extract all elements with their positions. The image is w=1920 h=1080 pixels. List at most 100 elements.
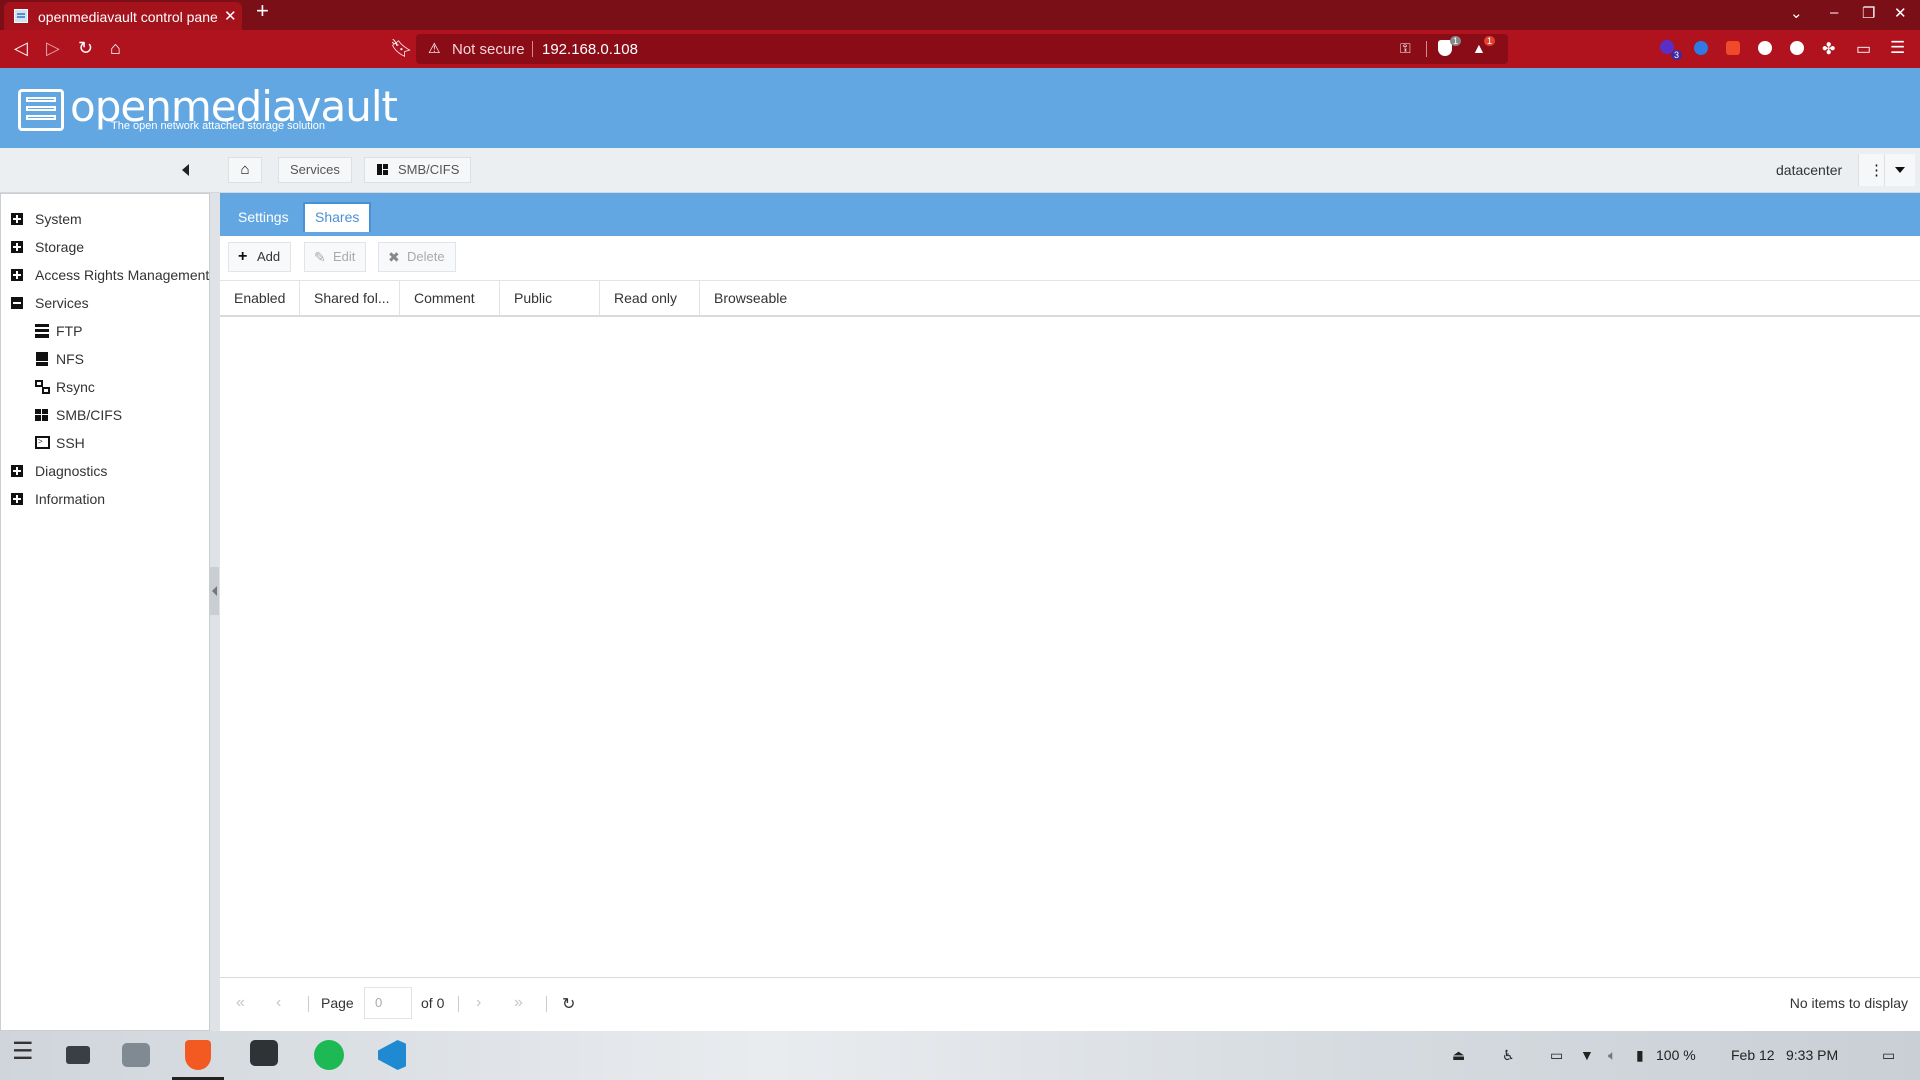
breadcrumb-smb[interactable]: SMB/CIFS bbox=[364, 157, 472, 183]
kebab-menu-button[interactable]: ⋮ bbox=[1858, 154, 1885, 186]
edit-label: Edit bbox=[333, 249, 356, 264]
tab-settings[interactable]: Settings bbox=[228, 202, 299, 232]
new-tab-icon[interactable]: + bbox=[256, 0, 269, 24]
close-tab-icon[interactable]: ✕ bbox=[224, 7, 237, 25]
brave-browser-icon[interactable] bbox=[185, 1040, 211, 1070]
display-icon[interactable]: ▭ bbox=[1550, 1047, 1563, 1064]
tree-label: SSH bbox=[56, 435, 85, 451]
forward-icon[interactable]: ▷ bbox=[46, 38, 60, 59]
next-page-icon[interactable]: › bbox=[476, 994, 481, 1012]
tree-item-system[interactable]: System bbox=[1, 208, 209, 230]
volume-icon[interactable]: 🔈︎ bbox=[1608, 1047, 1616, 1064]
accessibility-icon[interactable]: ♿︎ bbox=[1502, 1047, 1515, 1064]
column-header[interactable]: Enabled bbox=[220, 281, 300, 315]
terminal-icon: > bbox=[35, 436, 50, 449]
windows-icon bbox=[35, 409, 48, 421]
tree-item-services[interactable]: Services bbox=[1, 292, 209, 314]
expand-plus-icon[interactable] bbox=[11, 213, 23, 225]
workspaces-icon[interactable] bbox=[66, 1046, 90, 1064]
tree-item-smb[interactable]: SMB/CIFS bbox=[1, 404, 209, 426]
back-icon[interactable]: ◁ bbox=[14, 38, 28, 59]
expand-plus-icon[interactable] bbox=[11, 465, 23, 477]
column-header[interactable]: Browseable bbox=[700, 281, 1920, 315]
tree-item-information[interactable]: Information bbox=[1, 488, 209, 510]
edit-button[interactable]: ✎ Edit bbox=[304, 242, 367, 272]
extension-badge: 3 bbox=[1671, 50, 1683, 60]
tree-item-diagnostics[interactable]: Diagnostics bbox=[1, 460, 209, 482]
previous-page-icon[interactable]: ‹ bbox=[276, 994, 281, 1012]
notifications-icon[interactable]: ▭ bbox=[1882, 1047, 1895, 1064]
tab-list-chevron-icon[interactable]: ⌄ bbox=[1790, 4, 1803, 22]
delete-button[interactable]: ✖ Delete bbox=[378, 242, 456, 272]
date-label[interactable]: Feb 12 bbox=[1731, 1047, 1775, 1063]
vscode-icon[interactable] bbox=[378, 1040, 406, 1070]
extension-check-icon[interactable] bbox=[1694, 41, 1708, 55]
time-label[interactable]: 9:33 PM bbox=[1786, 1047, 1838, 1063]
tab-settings-label: Settings bbox=[238, 209, 289, 225]
collapse-minus-icon[interactable] bbox=[11, 297, 23, 309]
expand-plus-icon[interactable] bbox=[11, 269, 23, 281]
tree-label: Access Rights Management bbox=[35, 267, 210, 283]
grid-body bbox=[220, 317, 1920, 978]
extension-s-icon[interactable] bbox=[1790, 41, 1804, 55]
tree-item-nfs[interactable]: NFS bbox=[1, 348, 209, 370]
user-dropdown-button[interactable] bbox=[1884, 154, 1915, 186]
breadcrumb-services[interactable]: Services bbox=[278, 157, 352, 183]
wifi-icon[interactable]: ▼ bbox=[1580, 1047, 1594, 1063]
zorin-menu-icon[interactable]: ☰ bbox=[12, 1037, 34, 1067]
battery-icon[interactable]: ▮ bbox=[1636, 1047, 1644, 1064]
tree-item-rsync[interactable]: Rsync bbox=[1, 376, 209, 398]
expand-plus-icon[interactable] bbox=[11, 493, 23, 505]
browser-toolbar: ◁ ▷ ↻ ⌂ 🔖︎ ⚠ Not secure 192.168.0.108 ⚿ … bbox=[0, 30, 1920, 68]
add-button[interactable]: + Add bbox=[228, 242, 292, 272]
pager-separator bbox=[308, 996, 309, 1012]
close-window-icon[interactable]: ✕ bbox=[1894, 4, 1907, 22]
minimize-icon[interactable]: – bbox=[1830, 4, 1838, 21]
tab-shares[interactable]: Shares bbox=[303, 202, 372, 232]
files-icon[interactable] bbox=[122, 1043, 150, 1067]
address-bar[interactable]: ⚠ Not secure 192.168.0.108 ⚿ 1 ▲ 1 bbox=[416, 34, 1508, 64]
column-header[interactable]: Comment bbox=[400, 281, 500, 315]
bookmark-icon[interactable]: 🔖︎ bbox=[390, 38, 413, 59]
breadcrumb-home[interactable]: ⌂ bbox=[228, 157, 262, 183]
add-label: Add bbox=[257, 249, 281, 264]
windows-icon bbox=[377, 164, 388, 175]
first-page-icon[interactable]: « bbox=[236, 994, 245, 1012]
collapse-sidebar-icon[interactable] bbox=[182, 164, 189, 176]
tab-strip: Settings Shares bbox=[220, 193, 1920, 236]
tree-item-ftp[interactable]: FTP bbox=[1, 320, 209, 342]
column-header[interactable]: Public bbox=[500, 281, 600, 315]
tree-item-access-rights[interactable]: Access Rights Management bbox=[1, 264, 209, 286]
browser-tab[interactable]: openmediavault control panel - datacente… bbox=[4, 2, 242, 30]
spotify-icon[interactable] bbox=[314, 1040, 344, 1070]
terminal-app-icon[interactable] bbox=[250, 1040, 278, 1066]
tree-item-ssh[interactable]: > SSH bbox=[1, 432, 209, 454]
last-page-icon[interactable]: » bbox=[514, 994, 523, 1012]
url-text[interactable]: 192.168.0.108 bbox=[542, 41, 638, 58]
home-icon[interactable]: ⌂ bbox=[110, 38, 121, 59]
expand-plus-icon[interactable] bbox=[11, 241, 23, 253]
rsync-icon-part bbox=[42, 387, 50, 394]
column-header[interactable]: Read only bbox=[600, 281, 700, 315]
page-count-label: of 0 bbox=[421, 995, 445, 1011]
column-header[interactable]: Shared fol... bbox=[300, 281, 400, 315]
eject-icon[interactable]: ⏏ bbox=[1452, 1047, 1465, 1064]
sidebar-splitter-handle[interactable] bbox=[210, 567, 219, 615]
maximize-icon[interactable]: ❐ bbox=[1862, 4, 1875, 22]
caret-down-icon bbox=[1895, 167, 1905, 173]
key-icon[interactable]: ⚿ bbox=[1400, 40, 1411, 57]
extensions-puzzle-icon[interactable]: ✤ bbox=[1822, 39, 1835, 59]
extension-cloud-icon[interactable] bbox=[1758, 41, 1772, 55]
menu-icon[interactable]: ☰ bbox=[1890, 38, 1905, 58]
refresh-icon[interactable]: ↻ bbox=[562, 994, 575, 1014]
tree-item-storage[interactable]: Storage bbox=[1, 236, 209, 258]
wallet-icon[interactable]: ▭ bbox=[1856, 39, 1871, 59]
page-number-input[interactable]: 0 bbox=[364, 987, 412, 1019]
nfs-icon bbox=[36, 352, 48, 366]
extension-red-icon[interactable] bbox=[1726, 41, 1740, 55]
omv-logo-icon bbox=[18, 89, 64, 131]
breadcrumb-bar: ⌂ Services SMB/CIFS datacenter ⋮ bbox=[0, 148, 1920, 193]
shield-count-badge: 1 bbox=[1450, 36, 1462, 46]
reload-icon[interactable]: ↻ bbox=[78, 38, 93, 59]
navigation-tree: System Storage Access Rights Management … bbox=[0, 193, 210, 1031]
